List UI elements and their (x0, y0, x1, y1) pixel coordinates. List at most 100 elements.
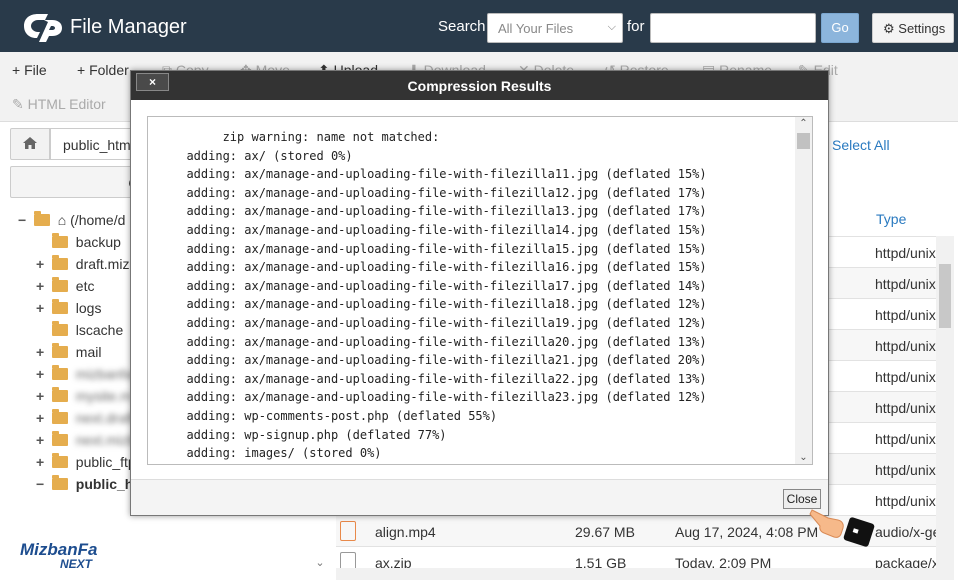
cpanel-logo-icon (24, 14, 62, 42)
expand-icon[interactable]: + (36, 366, 48, 382)
search-scope-value: All Your Files (498, 21, 574, 36)
scroll-up-icon[interactable]: ⌃ (795, 118, 812, 129)
settings-label: Settings (898, 21, 946, 36)
new-file-button[interactable]: + File (12, 62, 47, 78)
folder-icon (51, 321, 68, 336)
tree-item-home[interactable]: − ⌂ (/home/d (18, 211, 126, 234)
tree-item-draft[interactable]: + draft.mizb (36, 255, 138, 278)
compression-results-dialog: × Compression Results zip warning: name … (130, 70, 829, 516)
select-all-link[interactable]: Select All (832, 137, 890, 153)
output-line: adding: ax/manage-and-uploading-file-wit… (172, 315, 707, 330)
output-line: adding: wp-signup.php (deflated 77%) (172, 427, 447, 442)
scroll-down-icon[interactable]: ⌄ (795, 452, 812, 463)
folder-icon (51, 233, 68, 248)
html-editor-label: HTML Editor (27, 96, 106, 112)
tree-scroll-down-icon[interactable]: ⌄ (312, 556, 328, 574)
cell-type: httpd/unix (875, 369, 936, 385)
mizbanfa-logo: MizbanFa NEXT (20, 540, 110, 572)
tree-item-mizbanfa[interactable]: + mizbanfa (36, 365, 133, 388)
tree-item-label: draft.mizb (75, 256, 138, 272)
file-list-scrollbar[interactable] (936, 236, 954, 580)
expand-icon[interactable]: + (36, 432, 48, 448)
cell-type: audio/x-ge (875, 524, 941, 540)
new-file-label: File (24, 62, 47, 78)
folder-icon (51, 409, 68, 424)
tree-item-mail[interactable]: + mail (36, 343, 101, 366)
tree-item-label: (/home/d (70, 212, 126, 228)
collapse-icon[interactable]: − (18, 212, 30, 228)
chevron-down-icon: ⌵ (607, 21, 616, 33)
for-label: for (627, 18, 645, 35)
tree-item-next-draft[interactable]: + next.draft (36, 409, 135, 432)
folder-icon (51, 387, 68, 402)
html-editor-button[interactable]: ✎ HTML Editor (12, 96, 106, 113)
output-scrollbar[interactable]: ⌃ ⌄ (795, 117, 812, 464)
pointing-hand-icon (809, 509, 844, 538)
folder-open-icon (33, 211, 50, 226)
output-line: adding: ax/manage-and-uploading-file-wit… (172, 260, 707, 275)
search-input[interactable] (650, 13, 816, 43)
home-icon (23, 137, 37, 149)
cell-type: httpd/unix (875, 307, 936, 323)
tree-item-label: public_ftp (75, 454, 136, 470)
folder-icon (51, 299, 68, 314)
expand-icon[interactable]: + (36, 388, 48, 404)
output-line: adding: ax/manage-and-uploading-file-wit… (172, 371, 707, 386)
output-text: zip warning: name not matched: adding: a… (172, 128, 707, 463)
cell-type: httpd/unix (875, 276, 936, 292)
home-button[interactable] (10, 128, 50, 160)
column-header-type[interactable]: Type (876, 211, 906, 227)
tree-item-label: etc (75, 278, 95, 294)
settings-button[interactable]: ⚙ Settings (872, 13, 954, 43)
html-editor-icon: ✎ (12, 96, 24, 112)
new-folder-button[interactable]: + Folder (77, 62, 129, 78)
tree-item-public-html[interactable]: − public_ht (36, 475, 138, 498)
dialog-footer: Close (131, 479, 828, 515)
scrollbar-thumb[interactable] (797, 133, 810, 149)
scrollbar-thumb[interactable] (939, 264, 951, 328)
output-line: adding: ax/manage-and-uploading-file-wit… (172, 241, 707, 256)
output-line: adding: ax/manage-and-uploading-file-wit… (172, 353, 707, 368)
expand-icon[interactable]: + (36, 454, 48, 470)
plus-icon: + (77, 62, 86, 78)
tree-item-label: mysite.m (75, 388, 132, 404)
cell-type: httpd/unix (875, 400, 936, 416)
cell-date: Aug 17, 2024, 4:08 PM (675, 524, 819, 540)
tree-item-label: next.draft (75, 410, 135, 426)
output-line: adding: ax/manage-and-uploading-file-wit… (172, 297, 707, 312)
output-line: zip warning: name not matched: (172, 130, 440, 144)
tree-item-mysite[interactable]: + mysite.m (36, 387, 132, 410)
video-file-icon (340, 521, 356, 541)
app-title: File Manager (70, 16, 187, 38)
output-line: adding: ax/manage-and-uploading-file-wit… (172, 222, 707, 237)
output-line: adding: ax/manage-and-uploading-file-wit… (172, 204, 707, 219)
tree-item-logs[interactable]: + logs (36, 299, 101, 322)
folder-icon (51, 343, 68, 358)
expand-icon[interactable]: + (36, 344, 48, 360)
tree-item-public-ftp[interactable]: + public_ftp (36, 453, 136, 476)
collapse-icon[interactable]: − (36, 476, 48, 492)
tree-item-etc[interactable]: + etc (36, 277, 95, 300)
folder-icon (51, 365, 68, 380)
tree-item-label: lscache (75, 322, 124, 338)
output-line: adding: wp-comments-post.php (deflated 5… (172, 408, 498, 423)
tree-item-lscache[interactable]: lscache (36, 321, 124, 344)
file-list-horizontal-scrollbar[interactable] (336, 568, 936, 580)
search-scope-select[interactable]: All Your Files ⌵ (487, 13, 623, 43)
search-label: Search (438, 18, 486, 35)
expand-icon[interactable]: + (36, 278, 48, 294)
cell-type: httpd/unix (875, 462, 936, 478)
cell-type: httpd/unix (875, 338, 936, 354)
go-button[interactable]: Go (821, 13, 859, 43)
expand-icon[interactable]: + (36, 410, 48, 426)
expand-icon[interactable]: + (36, 300, 48, 316)
cell-type: httpd/unix (875, 431, 936, 447)
tree-item-next-mizb[interactable]: + next.mizb (36, 431, 136, 454)
top-header: File Manager Search All Your Files ⌵ for… (0, 0, 958, 52)
folder-icon (51, 255, 68, 270)
compression-output[interactable]: zip warning: name not matched: adding: a… (147, 116, 813, 465)
expand-icon[interactable]: + (36, 256, 48, 272)
folder-open-icon (51, 475, 68, 490)
tree-item-backup[interactable]: backup (36, 233, 121, 256)
folder-icon (51, 431, 68, 446)
